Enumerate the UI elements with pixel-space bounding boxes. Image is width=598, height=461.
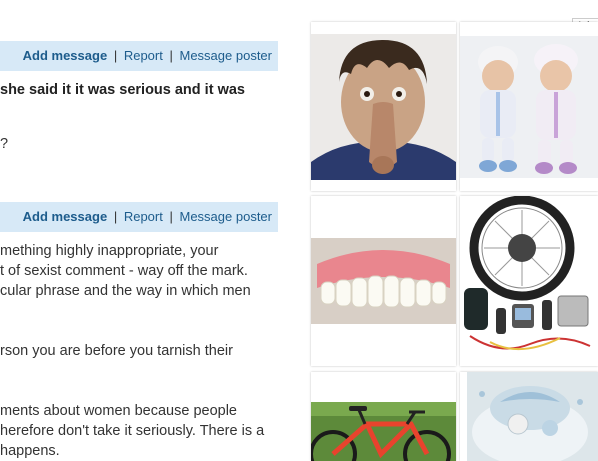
dolls-image	[460, 36, 598, 178]
separator: |	[169, 209, 173, 224]
ebike-kit-image	[460, 196, 598, 366]
post-text-line: t of sexist comment - way off the mark.	[0, 263, 248, 279]
bicycle-image	[311, 372, 456, 461]
post-action-bar: Add message | Report | Message poster	[0, 41, 278, 71]
add-message-link[interactable]: Add message	[23, 48, 108, 63]
post-text-line: happens.	[0, 443, 60, 459]
post-text-line: cular phrase and the way in which men	[0, 283, 251, 299]
mask-image	[311, 34, 456, 180]
post-text-line: ?	[0, 136, 9, 152]
separator: |	[113, 48, 118, 63]
separator: |	[113, 209, 118, 224]
post-action-bar: Add message | Report | Message poster	[0, 202, 278, 232]
dentures-image	[311, 238, 456, 324]
ad-tile-dentures[interactable]	[311, 196, 456, 366]
add-message-link[interactable]: Add message	[23, 209, 108, 224]
post-text-line: she said it it was serious and it was	[0, 82, 245, 98]
report-link[interactable]: Report	[124, 48, 163, 63]
post-text-line: ments about women because people	[0, 403, 237, 419]
separator: |	[169, 48, 173, 63]
ad-tile-dolls[interactable]	[460, 22, 598, 191]
ad-tile-diaper-cake[interactable]	[460, 372, 598, 461]
message-poster-link[interactable]: Message poster	[180, 209, 273, 224]
ad-tile-bicycle[interactable]	[311, 372, 456, 461]
message-poster-link[interactable]: Message poster	[180, 48, 273, 63]
post-text-line: rson you are before you tarnish their	[0, 343, 233, 359]
ad-tile-mask[interactable]	[311, 22, 456, 191]
diaper-cake-image	[460, 372, 598, 461]
ad-tile-ebike-kit[interactable]	[460, 196, 598, 366]
post-text-line: herefore don't take it seriously. There …	[0, 423, 265, 439]
report-link[interactable]: Report	[124, 209, 163, 224]
post-text-line: mething highly inappropriate, your	[0, 243, 219, 259]
